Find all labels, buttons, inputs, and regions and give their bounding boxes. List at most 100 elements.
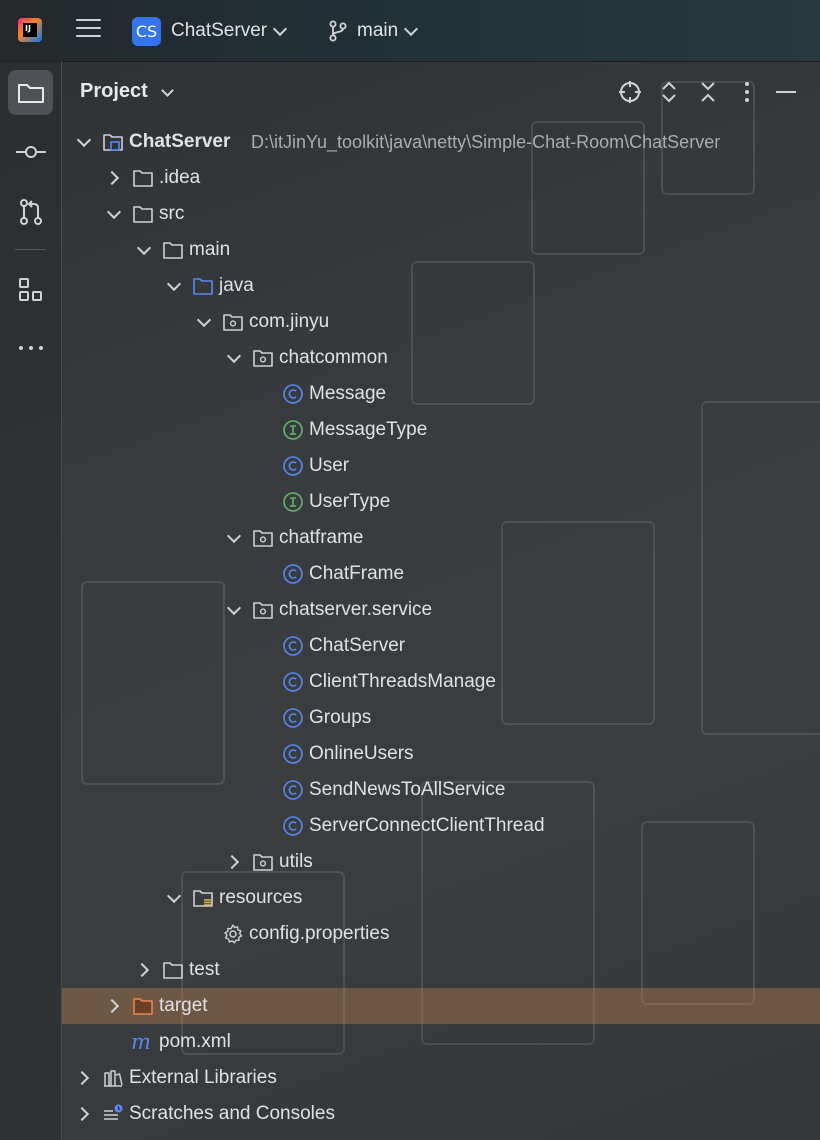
commit-tool-button[interactable] bbox=[8, 129, 53, 174]
stripe-separator bbox=[15, 249, 46, 250]
class-icon bbox=[283, 384, 303, 404]
tree-node-send-news[interactable]: SendNewsToAllService bbox=[62, 772, 820, 808]
options-button[interactable] bbox=[734, 79, 760, 105]
tree-node-chatcommon[interactable]: chatcommon bbox=[62, 340, 820, 376]
tree-node-online-users[interactable]: OnlineUsers bbox=[62, 736, 820, 772]
maven-icon: m bbox=[131, 1031, 151, 1053]
tree-node-message[interactable]: Message bbox=[62, 376, 820, 412]
intellij-logo-icon[interactable]: IJ bbox=[18, 18, 42, 42]
root-path: D:\itJinYu_toolkit\java\netty\Simple-Cha… bbox=[251, 132, 721, 152]
class-label: OnlineUsers bbox=[309, 743, 414, 764]
tree-node-chat-server[interactable]: ChatServer bbox=[62, 628, 820, 664]
chevron-right-icon[interactable] bbox=[104, 170, 120, 186]
chevron-down-icon[interactable] bbox=[196, 312, 212, 328]
root-label: ChatServer bbox=[129, 131, 231, 152]
tree-node-target[interactable]: target bbox=[62, 988, 820, 1024]
chevron-down-icon[interactable] bbox=[136, 240, 152, 256]
chevron-down-icon[interactable] bbox=[226, 348, 242, 364]
package-label: utils bbox=[279, 851, 313, 872]
class-icon bbox=[283, 456, 303, 476]
excluded-folder-icon bbox=[133, 998, 153, 1015]
pull-requests-tool-button[interactable] bbox=[8, 189, 53, 234]
folder-icon bbox=[17, 83, 44, 103]
class-icon bbox=[283, 708, 303, 728]
tree-node-resources[interactable]: resources bbox=[62, 880, 820, 916]
chevron-down-icon[interactable] bbox=[166, 888, 182, 904]
tree-node-test[interactable]: test bbox=[62, 952, 820, 988]
tree-node-user-type[interactable]: UserType bbox=[62, 484, 820, 520]
chevron-down-icon[interactable] bbox=[226, 600, 242, 616]
folder-icon bbox=[133, 206, 153, 223]
chevron-down-icon bbox=[273, 21, 288, 36]
main-menu-button[interactable] bbox=[76, 19, 101, 41]
chevron-right-icon[interactable] bbox=[74, 1106, 90, 1122]
project-tool-button[interactable] bbox=[8, 70, 53, 115]
hide-panel-button[interactable] bbox=[773, 79, 799, 105]
tree-node-groups[interactable]: Groups bbox=[62, 700, 820, 736]
class-icon bbox=[283, 672, 303, 692]
interface-label: MessageType bbox=[309, 419, 428, 440]
file-label: config.properties bbox=[249, 923, 390, 944]
package-icon bbox=[253, 854, 273, 871]
folder-label: resources bbox=[219, 887, 303, 908]
tree-node-chatserver-service[interactable]: chatserver.service bbox=[62, 592, 820, 628]
chevron-right-icon[interactable] bbox=[134, 962, 150, 978]
tree-node-main[interactable]: main bbox=[62, 232, 820, 268]
chevron-right-icon[interactable] bbox=[74, 1070, 90, 1086]
scratches-icon bbox=[104, 1104, 123, 1120]
chevron-right-icon[interactable] bbox=[224, 854, 240, 870]
panel-title[interactable]: Project bbox=[80, 80, 148, 103]
chevron-down-icon[interactable] bbox=[76, 132, 92, 148]
folder-label: java bbox=[219, 275, 254, 296]
chevron-right-icon[interactable] bbox=[104, 998, 120, 1014]
tree-node-utils[interactable]: utils bbox=[62, 844, 820, 880]
chevron-down-icon[interactable] bbox=[106, 204, 122, 220]
pull-request-icon bbox=[19, 198, 42, 225]
tree-node-package[interactable]: com.jinyu bbox=[62, 304, 820, 340]
package-icon bbox=[253, 350, 273, 367]
tree-node-user[interactable]: User bbox=[62, 448, 820, 484]
class-icon bbox=[283, 564, 303, 584]
tree-node-client-threads-manage[interactable]: ClientThreadsManage bbox=[62, 664, 820, 700]
project-badge: CS bbox=[132, 16, 161, 46]
tree-label: External Libraries bbox=[129, 1067, 277, 1088]
chevron-down-icon[interactable] bbox=[226, 528, 242, 544]
chevron-down-icon[interactable] bbox=[166, 276, 182, 292]
project-switcher[interactable]: CS ChatServer bbox=[132, 16, 288, 46]
tree-node-config[interactable]: config.properties bbox=[62, 916, 820, 952]
select-opened-file-button[interactable] bbox=[617, 79, 643, 105]
tree-node-idea[interactable]: .idea bbox=[62, 160, 820, 196]
expand-all-button[interactable] bbox=[656, 79, 682, 105]
class-icon bbox=[283, 744, 303, 764]
class-icon bbox=[283, 636, 303, 656]
package-icon bbox=[253, 530, 273, 547]
more-tools-button[interactable] bbox=[8, 325, 53, 370]
source-folder-icon bbox=[193, 278, 213, 295]
tree-node-external-libraries[interactable]: External Libraries bbox=[62, 1060, 820, 1096]
tree-node-chatframe[interactable]: chatframe bbox=[62, 520, 820, 556]
branch-switcher[interactable]: main bbox=[328, 16, 419, 46]
chevron-down-icon[interactable] bbox=[161, 84, 174, 97]
tree-node-message-type[interactable]: MessageType bbox=[62, 412, 820, 448]
tree-node-chat-frame[interactable]: ChatFrame bbox=[62, 556, 820, 592]
package-label: chatserver.service bbox=[279, 599, 433, 620]
class-label: ChatFrame bbox=[309, 563, 405, 584]
structure-tool-button[interactable] bbox=[8, 267, 53, 312]
collapse-all-icon bbox=[701, 82, 715, 102]
tree-node-pom[interactable]: m pom.xml bbox=[62, 1024, 820, 1060]
collapse-all-button[interactable] bbox=[695, 79, 721, 105]
class-label: ServerConnectClientThread bbox=[309, 815, 545, 836]
more-vertical-icon bbox=[745, 82, 749, 102]
tree-node-java[interactable]: java bbox=[62, 268, 820, 304]
tree-node-root[interactable]: ChatServer D:\itJinYu_toolkit\java\netty… bbox=[62, 124, 820, 160]
tree-node-server-connect[interactable]: ServerConnectClientThread bbox=[62, 808, 820, 844]
class-label: ClientThreadsManage bbox=[309, 671, 496, 692]
svg-text:m: m bbox=[131, 1031, 151, 1053]
class-label: Message bbox=[309, 383, 387, 404]
folder-label: target bbox=[159, 995, 208, 1016]
tree-node-src[interactable]: src bbox=[62, 196, 820, 232]
interface-label: UserType bbox=[309, 491, 391, 512]
class-label: Groups bbox=[309, 707, 372, 728]
tree-node-scratches[interactable]: Scratches and Consoles bbox=[62, 1096, 820, 1132]
package-label: com.jinyu bbox=[249, 311, 330, 332]
